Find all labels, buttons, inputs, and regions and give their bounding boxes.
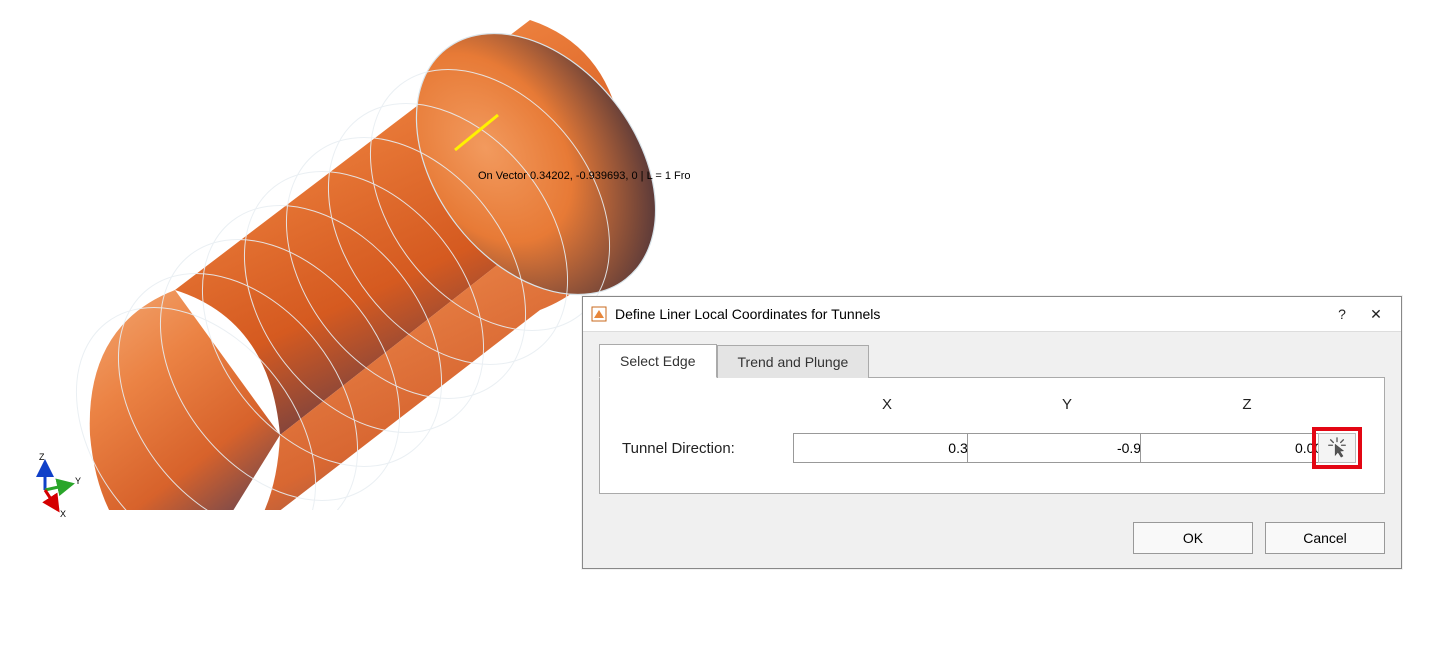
app-icon xyxy=(591,306,607,322)
z-spinner: ▲ ▼ xyxy=(1140,433,1300,463)
tunnel-direction-label: Tunnel Direction: xyxy=(622,440,793,457)
tab-select-edge[interactable]: Select Edge xyxy=(599,344,717,378)
x-spinner: ▲ ▼ xyxy=(793,433,953,463)
axis-y-label: Y xyxy=(75,476,81,486)
dialog-titlebar[interactable]: Define Liner Local Coordinates for Tunne… xyxy=(583,297,1401,332)
close-button[interactable]: ✕ xyxy=(1359,303,1393,325)
axis-gizmo[interactable]: Z Y X xyxy=(20,450,90,520)
axis-x-label: X xyxy=(60,509,66,519)
cancel-button[interactable]: Cancel xyxy=(1265,522,1385,554)
z-input[interactable] xyxy=(1140,433,1338,463)
dialog-title: Define Liner Local Coordinates for Tunne… xyxy=(615,306,1325,322)
col-head-x: X xyxy=(802,396,972,413)
tab-trend-plunge[interactable]: Trend and Plunge xyxy=(717,345,870,378)
y-spinner: ▲ ▼ xyxy=(967,433,1127,463)
define-liner-dialog: Define Liner Local Coordinates for Tunne… xyxy=(582,296,1402,569)
tab-strip: Select Edge Trend and Plunge xyxy=(599,344,1385,378)
pick-edge-button[interactable] xyxy=(1318,433,1356,463)
edge-annotation: On Vector 0.34202, -0.939693, 0 | L = 1 … xyxy=(478,170,691,182)
col-head-z: Z xyxy=(1162,396,1332,413)
column-headers: X Y Z xyxy=(622,396,1362,413)
tunnel-direction-row: Tunnel Direction: ▲ ▼ ▲ ▼ xyxy=(622,427,1362,469)
axis-z-label: Z xyxy=(39,452,45,462)
x-input[interactable] xyxy=(793,433,991,463)
help-button[interactable]: ? xyxy=(1325,303,1359,325)
y-input[interactable] xyxy=(967,433,1165,463)
pick-button-highlight xyxy=(1312,427,1362,469)
ok-button[interactable]: OK xyxy=(1133,522,1253,554)
tab-panel-select-edge: X Y Z Tunnel Direction: ▲ ▼ xyxy=(599,377,1385,494)
dialog-footer: OK Cancel xyxy=(583,510,1401,568)
dialog-body: Select Edge Trend and Plunge X Y Z Tunne… xyxy=(583,332,1401,510)
cursor-pick-icon xyxy=(1326,437,1348,459)
col-head-y: Y xyxy=(982,396,1152,413)
